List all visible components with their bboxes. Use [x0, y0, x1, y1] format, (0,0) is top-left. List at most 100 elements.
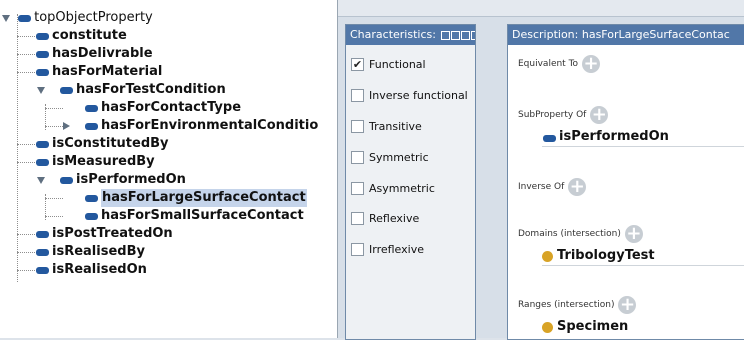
tree-node-hasforcontacttype[interactable]: hasForContactType	[84, 99, 241, 117]
tree-node-label: hasForLargeSurfaceContact	[101, 189, 307, 207]
checkbox-icon[interactable]	[351, 212, 364, 225]
class-icon	[542, 251, 553, 262]
value-label: TribologyTest	[557, 248, 655, 263]
domain-value[interactable]: TribologyTest	[542, 248, 655, 264]
equivalent-to-section: Equivalent To +	[518, 55, 601, 73]
checkbox-label: Asymmetric	[369, 182, 435, 195]
characteristics-title: Characteristics:	[350, 28, 436, 41]
section-label: SubProperty Of	[518, 110, 587, 120]
tree-node-ismeasuredby[interactable]: isMeasuredBy	[35, 153, 155, 171]
checkbox-label: Inverse functional	[369, 89, 468, 102]
range-value[interactable]: Specimen	[542, 319, 628, 335]
functional-checkbox[interactable]: ✔ Functional	[351, 57, 426, 73]
section-label: Inverse Of	[518, 182, 565, 192]
transitive-checkbox[interactable]: Transitive	[351, 119, 422, 135]
checkbox-label: Reflexive	[369, 212, 420, 225]
checkbox-label: Functional	[369, 58, 426, 71]
tree-connector	[17, 144, 35, 145]
add-inverse-button[interactable]: +	[568, 178, 587, 196]
expanded-triangle-icon[interactable]	[37, 87, 45, 94]
expanded-triangle-icon[interactable]	[2, 15, 10, 22]
subproperty-of-section: SubProperty Of +	[518, 106, 609, 124]
value-label: Specimen	[557, 319, 629, 334]
tree-node-isconstitutedby[interactable]: isConstitutedBy	[35, 135, 169, 153]
object-property-icon	[36, 51, 49, 58]
tree-node-hasformaterial[interactable]: hasForMaterial	[35, 63, 162, 81]
add-equivalent-button[interactable]: +	[582, 55, 601, 73]
characteristics-header: Characteristics:	[346, 25, 475, 45]
tree-node-hasforenvironmentalconditio[interactable]: hasForEnvironmentalConditio	[84, 117, 318, 135]
object-property-icon	[36, 141, 49, 148]
checkbox-icon[interactable]	[351, 243, 364, 256]
reflexive-checkbox[interactable]: Reflexive	[351, 211, 419, 227]
tree-node-hasdelivrable[interactable]: hasDelivrable	[35, 45, 153, 63]
split-view-icon[interactable]	[451, 31, 461, 40]
property-editor-area: Characteristics: ✔ Functional Inverse fun…	[338, 0, 744, 340]
checkbox-label: Transitive	[369, 120, 422, 133]
tree-connector	[17, 72, 35, 73]
tree-node-isrealisedby[interactable]: isRealisedBy	[35, 243, 145, 261]
maximize-view-icon[interactable]	[461, 31, 471, 40]
value-label: isPerformedOn	[559, 129, 669, 144]
tree-connector	[17, 270, 35, 271]
tree-node-label: isRealisedOn	[52, 262, 147, 277]
object-property-icon	[85, 195, 98, 202]
add-subproperty-button[interactable]: +	[590, 106, 609, 124]
tree-connector	[17, 252, 35, 253]
tree-node-topobjectproperty[interactable]: topObjectProperty	[2, 9, 153, 27]
tree-node-hasforlargesurfacecontact[interactable]: hasForLargeSurfaceContact	[84, 189, 307, 207]
tree-node-hasforsmallsurfacecontact[interactable]: hasForSmallSurfaceContact	[84, 207, 304, 225]
description-title: Description: hasForLargeSurfaceContac	[512, 28, 730, 41]
tree-node-label: hasForEnvironmentalConditio	[101, 118, 319, 133]
object-property-icon	[36, 267, 49, 274]
section-label: Equivalent To	[518, 59, 579, 69]
ranges-section: Ranges (intersection) +	[518, 296, 637, 314]
checkbox-icon[interactable]	[351, 151, 364, 164]
section-label: Ranges (intersection)	[518, 300, 615, 310]
inverse-functional-checkbox[interactable]: Inverse functional	[351, 88, 468, 104]
tree-node-isposttreatedon[interactable]: isPostTreatedOn	[35, 225, 173, 243]
tree-node-label: isPerformedOn	[76, 172, 186, 187]
tree-connector	[17, 234, 35, 235]
tree-connector	[45, 198, 63, 199]
checkbox-icon[interactable]	[351, 120, 364, 133]
description-panel: Description: hasForLargeSurfaceContac Eq…	[507, 24, 744, 340]
tree-node-label: isMeasuredBy	[52, 154, 155, 169]
domains-section: Domains (intersection) +	[518, 225, 643, 243]
irreflexive-checkbox[interactable]: Irreflexive	[351, 242, 424, 258]
tree-connector	[45, 108, 63, 109]
subproperty-value[interactable]: isPerformedOn	[542, 129, 669, 145]
close-view-icon[interactable]	[471, 31, 475, 40]
add-domain-button[interactable]: +	[624, 225, 643, 243]
object-property-icon	[85, 123, 98, 130]
view-tab-strip	[338, 0, 744, 17]
tree-node-isperformedon[interactable]: isPerformedOn	[59, 171, 186, 189]
tree-node-label: constitute	[52, 28, 127, 43]
collapsed-triangle-icon[interactable]	[63, 122, 70, 130]
tree-node-constitute[interactable]: constitute	[35, 27, 127, 45]
tree-node-isrealisedon[interactable]: isRealisedOn	[35, 261, 147, 279]
tree-node-label: hasDelivrable	[52, 46, 153, 61]
tree-node-label: isPostTreatedOn	[52, 226, 173, 241]
checkbox-icon[interactable]	[351, 182, 364, 195]
checkbox-label: Symmetric	[369, 151, 429, 164]
symmetric-checkbox[interactable]: Symmetric	[351, 150, 429, 166]
description-body: Equivalent To + SubProperty Of + isPerform…	[508, 45, 744, 339]
object-property-icon	[36, 69, 49, 76]
tree-node-hasfortestcondition[interactable]: hasForTestCondition	[59, 81, 226, 99]
pin-view-icon[interactable]	[441, 31, 451, 40]
tree-node-label: isRealisedBy	[52, 244, 145, 259]
object-property-tree: topObjectProperty constitute hasDelivrab…	[0, 0, 338, 338]
tree-node-label: isConstitutedBy	[52, 136, 169, 151]
object-property-icon	[36, 231, 49, 238]
tree-node-label: hasForMaterial	[52, 64, 163, 79]
view-controls	[441, 25, 475, 45]
checkbox-icon[interactable]	[351, 89, 364, 102]
asymmetric-checkbox[interactable]: Asymmetric	[351, 181, 435, 197]
expanded-triangle-icon[interactable]	[37, 177, 45, 184]
checkbox-checked-icon[interactable]: ✔	[351, 58, 364, 71]
add-range-button[interactable]: +	[618, 296, 637, 314]
object-property-icon	[18, 15, 32, 22]
divider	[542, 146, 744, 147]
characteristics-panel: Characteristics: ✔ Functional Inverse fun…	[345, 24, 476, 340]
